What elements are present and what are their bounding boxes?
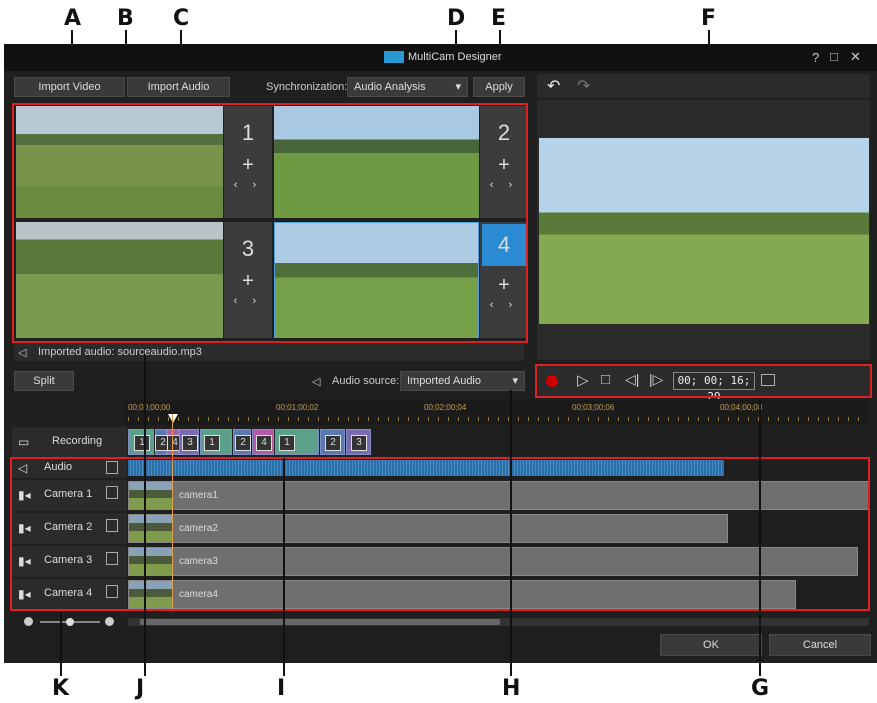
cancel-button[interactable]: Cancel: [769, 634, 871, 656]
preview-video: [539, 138, 869, 324]
synchronization-value: Audio Analysis: [354, 81, 426, 93]
recording-segment[interactable]: 4: [167, 429, 183, 455]
preview-toolbar: ↶ ↷: [537, 74, 870, 98]
import-video-button[interactable]: Import Video: [14, 77, 125, 97]
callout-a: A: [64, 6, 82, 31]
tracks-highlight: [10, 457, 870, 611]
callout-j: J: [136, 676, 145, 701]
segment-number: 2: [325, 435, 341, 451]
recording-icon: ▭: [18, 435, 30, 449]
apply-button[interactable]: Apply: [473, 77, 525, 97]
callout-f: F: [701, 6, 717, 31]
segment-number: 3: [351, 435, 367, 451]
segment-number: 1: [204, 435, 220, 451]
segment-number: 1: [279, 435, 295, 451]
callout-i: I: [277, 676, 286, 701]
speaker-icon: ◁: [18, 347, 27, 359]
playhead-icon[interactable]: [168, 414, 178, 423]
playback-controls-highlight: [535, 364, 872, 398]
recording-segment[interactable]: 2: [233, 429, 251, 455]
close-icon[interactable]: ✕: [850, 49, 861, 65]
callout-line-i: [283, 458, 285, 676]
segment-number: 2: [235, 435, 251, 451]
audio-source-label: Audio source:: [332, 375, 400, 387]
ok-button[interactable]: OK: [660, 634, 762, 656]
imported-audio-text: Imported audio: sourceaudio.mp3: [38, 346, 202, 358]
title-bar: MultiCam Designer ? □ ✕: [4, 44, 877, 71]
split-button[interactable]: Split: [14, 371, 74, 391]
callout-k: K: [52, 676, 70, 701]
recording-segment[interactable]: 4: [252, 429, 274, 455]
recording-segment[interactable]: 2: [320, 429, 345, 455]
ruler-tick-3: 00;03;00;06: [572, 403, 615, 412]
import-audio-button[interactable]: Import Audio: [127, 77, 230, 97]
recording-track-lane: 1 2 4 3 1 2 4 1 2 3: [128, 427, 869, 458]
track-recording-label: Recording: [52, 435, 103, 447]
track-recording: ▭ Recording: [12, 427, 127, 458]
callout-line-h: [510, 390, 512, 676]
synchronization-label: Synchronization:: [266, 81, 348, 93]
segment-number: 3: [182, 435, 198, 451]
callout-line-j: [144, 354, 146, 676]
callout-g: G: [751, 676, 770, 701]
callout-b: B: [117, 6, 134, 31]
callout-e: E: [491, 6, 507, 31]
segment-number: 4: [256, 435, 272, 451]
camera-grid-highlight: [12, 103, 528, 343]
multicam-designer-window: MultiCam Designer ? □ ✕ Import Video Imp…: [4, 44, 877, 663]
audio-source-value: Imported Audio: [407, 375, 481, 387]
chevron-down-icon: ▾: [455, 81, 461, 93]
callout-c: C: [173, 6, 190, 31]
callout-line-k: [60, 612, 62, 676]
recording-segment[interactable]: 1: [200, 429, 232, 455]
ruler-tick-4: 00;04;00;08: [720, 403, 763, 412]
recording-segment[interactable]: 3: [179, 429, 199, 455]
recording-segment[interactable]: 1: [128, 429, 154, 455]
synchronization-select[interactable]: Audio Analysis ▾: [347, 77, 468, 97]
scrollbar-thumb[interactable]: [140, 619, 500, 625]
audio-source-select[interactable]: Imported Audio ▾: [400, 371, 525, 391]
callout-h: H: [502, 676, 521, 701]
app-logo-icon: [384, 51, 404, 63]
ruler-tick-0: 00;00;00;00: [128, 403, 171, 412]
zoom-out-icon[interactable]: [24, 617, 33, 626]
callout-d: D: [447, 6, 466, 31]
timeline-scrollbar[interactable]: [128, 618, 869, 626]
help-icon[interactable]: ?: [812, 50, 819, 65]
recording-segment[interactable]: 3: [346, 429, 371, 455]
timeline-ruler: 00;00;00;00 00;01;00;02 00;02;00;04 00;0…: [124, 399, 869, 425]
segment-number: 1: [134, 435, 150, 451]
preview-window: [537, 100, 870, 360]
chevron-down-icon: ▾: [512, 375, 518, 387]
callout-line-g: [759, 398, 761, 676]
zoom-slider[interactable]: [40, 618, 100, 626]
zoom-slider-handle[interactable]: [66, 618, 74, 626]
speaker-icon: ◁: [312, 376, 321, 388]
window-title: MultiCam Designer: [408, 51, 502, 63]
ruler-ticks: [128, 417, 868, 421]
imported-audio-bar: ◁ Imported audio: sourceaudio.mp3: [14, 344, 524, 361]
ruler-tick-2: 00;02;00;04: [424, 403, 467, 412]
undo-icon[interactable]: ↶: [547, 76, 560, 96]
recording-segment[interactable]: 1: [275, 429, 319, 455]
zoom-in-icon[interactable]: [105, 617, 114, 626]
ruler-tick-1: 00;01;00;02: [276, 403, 319, 412]
maximize-icon[interactable]: □: [830, 49, 838, 64]
recording-segment[interactable]: 2: [155, 429, 171, 455]
redo-icon[interactable]: ↷: [577, 76, 590, 96]
